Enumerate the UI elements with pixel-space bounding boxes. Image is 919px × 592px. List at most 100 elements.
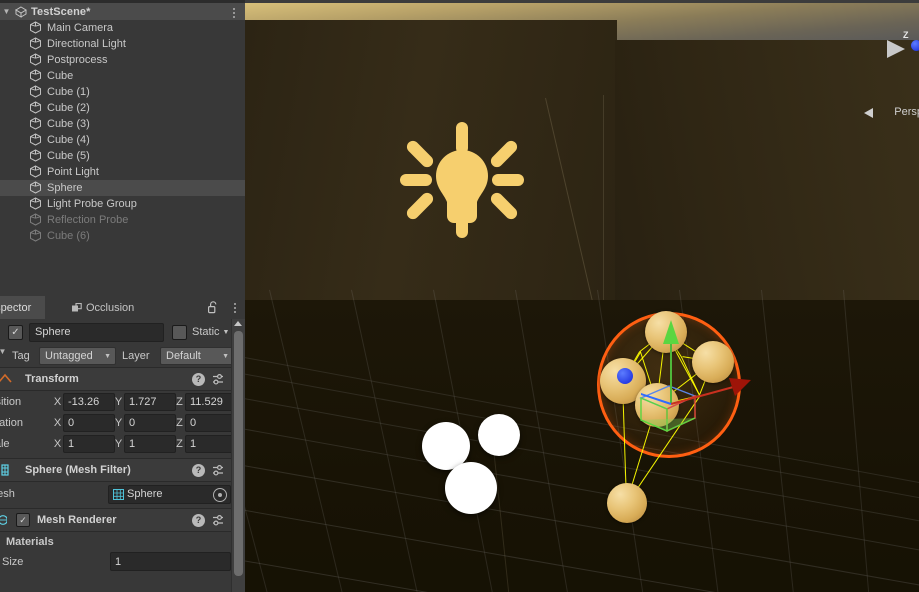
hierarchy-item-label: Cube [47,70,74,82]
rotation-x-field[interactable]: 0 [63,413,115,432]
inspector-menu-icon[interactable] [230,300,240,315]
scene-view[interactable]: Z Persp [245,0,919,592]
hierarchy-item-main-camera[interactable]: Main Camera [0,20,245,36]
hierarchy-item-cube-2[interactable]: Cube (2) [0,100,245,116]
position-z-axis-label: Z [176,395,183,408]
hierarchy-item-list: Main Camera Directional Light Postprocess C… [0,20,245,296]
hierarchy-menu-icon[interactable] [229,6,239,20]
help-icon[interactable]: ? [192,372,205,386]
transform-component-header[interactable]: Transform ? [0,367,245,391]
hierarchy-item-postprocess[interactable]: Postprocess [0,52,245,68]
scale-z-field[interactable]: 1 [185,434,237,453]
hierarchy-item-light-probe-group[interactable]: Light Probe Group [0,196,245,212]
lock-open-icon[interactable] [207,300,221,315]
grid-line [269,289,371,592]
tab-inspector[interactable]: Inspector [0,296,46,319]
hierarchy-item-label: Cube (1) [47,86,90,98]
position-z-field[interactable]: 11.529 [185,392,237,411]
gameobject-icon [29,101,44,115]
scale-x-field[interactable]: 1 [63,434,115,453]
gizmo-z-axis [622,387,672,405]
static-checkbox[interactable] [172,324,187,340]
layer-chevron-down-icon: ▼ [222,352,229,360]
hierarchy-panel: ▼ TestScene* Main Camera Directional Ligh… [0,0,245,297]
layer-dropdown[interactable]: Default ▼ [160,347,234,365]
preset-icon[interactable] [212,514,225,527]
hierarchy-scene-row[interactable]: ▼ TestScene* [0,3,245,20]
hierarchy-item-label: Cube (2) [47,102,90,114]
rotation-y-field[interactable]: 0 [124,413,176,432]
gameobject-icon [29,229,44,243]
hierarchy-item-directional-light[interactable]: Directional Light [0,36,245,52]
hierarchy-item-cube-4[interactable]: Cube (4) [0,132,245,148]
move-tool-gizmo[interactable] [622,318,761,438]
tab-inspector-label: Inspector [0,301,32,314]
mesh-object-field[interactable]: Sphere [108,484,231,504]
scene-orientation-gizmo[interactable]: Z Persp [859,18,919,118]
object-enabled-checkbox[interactable]: ✓ [8,324,23,340]
hierarchy-item-label: Point Light [47,166,99,178]
rotation-z-field[interactable]: 0 [185,413,237,432]
static-dropdown-chevron-icon[interactable]: ▼ [223,329,230,336]
mesh-filter-component-header[interactable]: Sphere (Mesh Filter) ? [0,458,245,482]
scale-y-field[interactable]: 1 [124,434,176,453]
grid-line [245,475,919,592]
tab-occlusion[interactable]: Occlusion [60,296,146,319]
prefab-foldout-icon[interactable]: ▼ [0,348,9,356]
position-x-axis-label: X [53,395,62,408]
preset-icon[interactable] [212,373,225,386]
grid-line [245,361,919,577]
hierarchy-item-cube-6[interactable]: Cube (6) [0,228,245,244]
perspective-label: Persp [894,106,919,118]
hierarchy-item-label: Cube (6) [47,230,90,242]
hierarchy-item-cube-3[interactable]: Cube (3) [0,116,245,132]
materials-row[interactable]: Materials [0,532,245,551]
gameobject-icon [29,181,44,195]
gameobject-icon [29,149,44,163]
perspective-arrow-icon [864,108,873,118]
tag-dropdown[interactable]: Untagged ▼ [39,347,116,365]
orientation-z-ball-icon[interactable] [911,40,919,51]
hierarchy-item-reflection-probe[interactable]: Reflection Probe [0,212,245,228]
mesh-renderer-component-header[interactable]: ✓ Mesh Renderer ? [0,508,245,532]
mesh-label: Mesh [0,488,15,500]
light-probe-sphere[interactable] [607,483,647,523]
mesh-filter-title: Sphere (Mesh Filter) [25,464,131,476]
help-icon[interactable]: ? [192,463,205,477]
position-label: Position [0,395,22,408]
preset-icon[interactable] [212,464,225,477]
materials-size-row: Size 1 [0,551,245,572]
gizmo-z-handle[interactable] [617,368,633,384]
hierarchy-item-cube-5[interactable]: Cube (5) [0,148,245,164]
size-field[interactable]: 1 [110,552,231,571]
scroll-up-arrow-icon[interactable] [234,321,242,326]
transform-title: Transform [25,373,79,385]
grid-line [245,289,298,592]
point-light-gizmo-icon[interactable] [392,110,532,250]
object-name-row: ✓ Sphere Static ▼ [0,319,245,345]
unity-scene-icon [13,5,29,19]
rotation-z-axis-label: Z [176,416,183,429]
gameobject-icon [29,213,44,227]
help-icon[interactable]: ? [192,513,205,527]
static-label: Static [192,326,220,338]
object-picker-icon[interactable] [213,487,227,502]
object-name-field[interactable]: Sphere [29,322,164,342]
position-x-field[interactable]: -13.26 [63,392,115,411]
unity-editor-window: ▼ TestScene* Main Camera Directional Ligh… [0,0,919,592]
hierarchy-item-label: Main Camera [47,22,114,34]
grid-line [245,584,919,592]
hierarchy-item-label: Cube (3) [47,118,90,130]
mesh-renderer-enabled-checkbox[interactable]: ✓ [16,513,30,527]
position-y-axis-label: Y [114,395,123,408]
hierarchy-item-cube-1[interactable]: Cube (1) [0,84,245,100]
hierarchy-item-sphere[interactable]: Sphere [0,180,245,196]
orientation-cone-icon[interactable] [887,40,905,58]
inspector-scrollbar[interactable] [231,319,245,592]
hierarchy-item-point-light[interactable]: Point Light [0,164,245,180]
transform-icon [0,373,12,388]
inspector-scrollbar-thumb[interactable] [234,331,243,576]
scene-foldout-arrow-icon[interactable]: ▼ [0,7,13,16]
hierarchy-item-cube[interactable]: Cube [0,68,245,84]
position-y-field[interactable]: 1.727 [124,392,176,411]
